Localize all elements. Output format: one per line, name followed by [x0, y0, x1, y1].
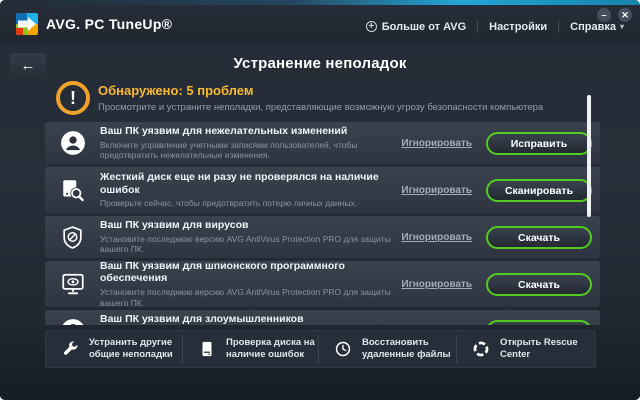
chevron-down-icon: ▾ [619, 22, 624, 31]
plus-circle-icon: + [365, 21, 377, 32]
menu-help[interactable]: Справка ▾ [570, 21, 624, 33]
warning-icon: ! [56, 81, 90, 115]
menu-more-from-avg[interactable]: + Больше от AVG [365, 20, 467, 33]
footer-area: Устранить другие общие неполадки Проверк… [0, 325, 640, 400]
menu-settings-label: Настройки [489, 20, 548, 33]
problems-list: Ваш ПК уязвим для нежелательных изменени… [45, 122, 600, 325]
problem-row: Ваш ПК уязвим для вирусов Установите пос… [45, 216, 600, 258]
download-button[interactable]: Скачать [486, 272, 592, 296]
scan-button[interactable]: Сканировать [486, 178, 592, 202]
footer-item-fix-other[interactable]: Устранить другие общие неполадки [46, 335, 182, 363]
fix-button[interactable]: Исправить [486, 131, 592, 155]
intruder-icon [45, 318, 100, 325]
menu-divider [558, 20, 560, 33]
problem-title: Ваш ПК уязвим для вирусов [100, 219, 249, 232]
main-content: ! Обнаружено: 5 проблем Просмотрите и ус… [0, 80, 640, 325]
close-button[interactable]: ✕ [618, 8, 632, 22]
avg-logo-icon [16, 13, 38, 35]
problem-title: Ваш ПК уязвим для злоумышленников [100, 313, 304, 325]
ignore-link[interactable]: Игнорировать [401, 138, 472, 149]
problem-text: Ваш ПК уязвим для вирусов Установите пос… [100, 219, 400, 255]
ignore-link[interactable]: Игнорировать [401, 185, 472, 196]
history-icon [333, 340, 353, 358]
titlebar: AVG. PC TuneUp® + Больше от AVG Настройк… [0, 5, 640, 43]
footer-item-label: Проверка диска на наличие ошибок [226, 337, 315, 360]
app-window: AVG. PC TuneUp® + Больше от AVG Настройк… [0, 0, 640, 400]
footer-item-label: Восстановить удаленные файлы [362, 337, 451, 360]
menu-divider [477, 20, 479, 33]
problem-row: Ваш ПК уязвим для злоумышленников Устано… [45, 310, 600, 325]
wrench-icon [60, 340, 80, 358]
footer-item-label: Устранить другие общие неполадки [89, 337, 173, 360]
minimize-button[interactable]: – [597, 8, 611, 22]
footer-item-restore-files[interactable]: Восстановить удаленные файлы [318, 335, 456, 363]
shield-icon [45, 225, 100, 250]
spyware-monitor-icon [45, 271, 100, 297]
ignore-link[interactable]: Игнорировать [401, 232, 472, 243]
alert-subtext: Просмотрите и устраните неполадки, предс… [98, 102, 544, 113]
user-icon [45, 130, 100, 156]
disk-icon [197, 340, 217, 358]
problem-row: Ваш ПК уязвим для шпионского программног… [45, 260, 600, 308]
lifebuoy-icon [471, 340, 491, 358]
problem-title: Жесткий диск еще ни разу не проверялся н… [100, 171, 379, 196]
problem-desc: Установите последнюю версию AVG AntiViru… [100, 233, 391, 255]
problem-title: Ваш ПК уязвим для нежелательных изменени… [100, 125, 348, 138]
footer-toolbar: Устранить другие общие неполадки Проверк… [45, 330, 596, 368]
menu-help-label: Справка [570, 20, 616, 33]
menu-more-from-avg-label: Больше от AVG [381, 20, 467, 33]
alert-heading: Обнаружено: 5 проблем [98, 83, 254, 98]
app-title: AVG. PC TuneUp® [46, 16, 173, 32]
menu-settings[interactable]: Настройки [489, 21, 547, 33]
problem-row: Ваш ПК уязвим для нежелательных изменени… [45, 122, 600, 164]
problem-desc: Включите управление учетными записями по… [100, 139, 358, 161]
problem-desc: Проверьте сейчас, чтобы предотвратить по… [100, 198, 358, 209]
problem-desc: Установите последнюю версию AVG AntiViru… [100, 286, 391, 308]
download-button[interactable]: Скачать [486, 225, 592, 249]
alert-section: ! Обнаружено: 5 проблем Просмотрите и ус… [0, 80, 640, 122]
page-title: Устранение неполадок [233, 55, 407, 72]
titlebar-menu: + Больше от AVG Настройки Справка ▾ [365, 20, 624, 33]
footer-item-disk-check[interactable]: Проверка диска на наличие ошибок [182, 335, 318, 363]
problem-row: Жесткий диск еще ни разу не проверялся н… [45, 167, 600, 213]
problem-text: Жесткий диск еще ни разу не проверялся н… [100, 171, 400, 209]
footer-item-rescue-center[interactable]: Открыть Rescue Center [456, 335, 594, 363]
problem-text: Ваш ПК уязвим для нежелательных изменени… [100, 125, 400, 161]
problem-text: Ваш ПК уязвим для злоумышленников Устано… [100, 313, 400, 325]
footer-item-label: Открыть Rescue Center [500, 337, 578, 360]
scrollbar-thumb[interactable] [587, 95, 591, 217]
problem-title: Ваш ПК уязвим для шпионского программног… [100, 259, 345, 285]
disk-scan-icon [45, 177, 100, 203]
problem-text: Ваш ПК уязвим для шпионского программног… [100, 260, 400, 308]
ignore-link[interactable]: Игнорировать [401, 279, 472, 290]
